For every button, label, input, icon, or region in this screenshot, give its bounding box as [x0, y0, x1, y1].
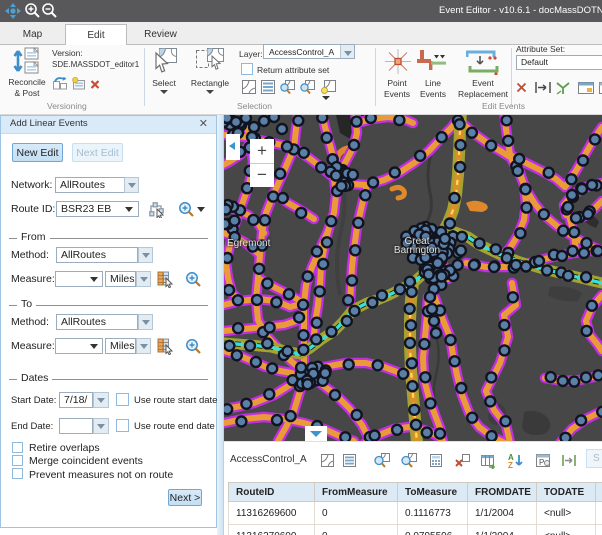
svg-text:Z: Z — [508, 461, 513, 469]
svg-text:P: P — [539, 458, 544, 467]
